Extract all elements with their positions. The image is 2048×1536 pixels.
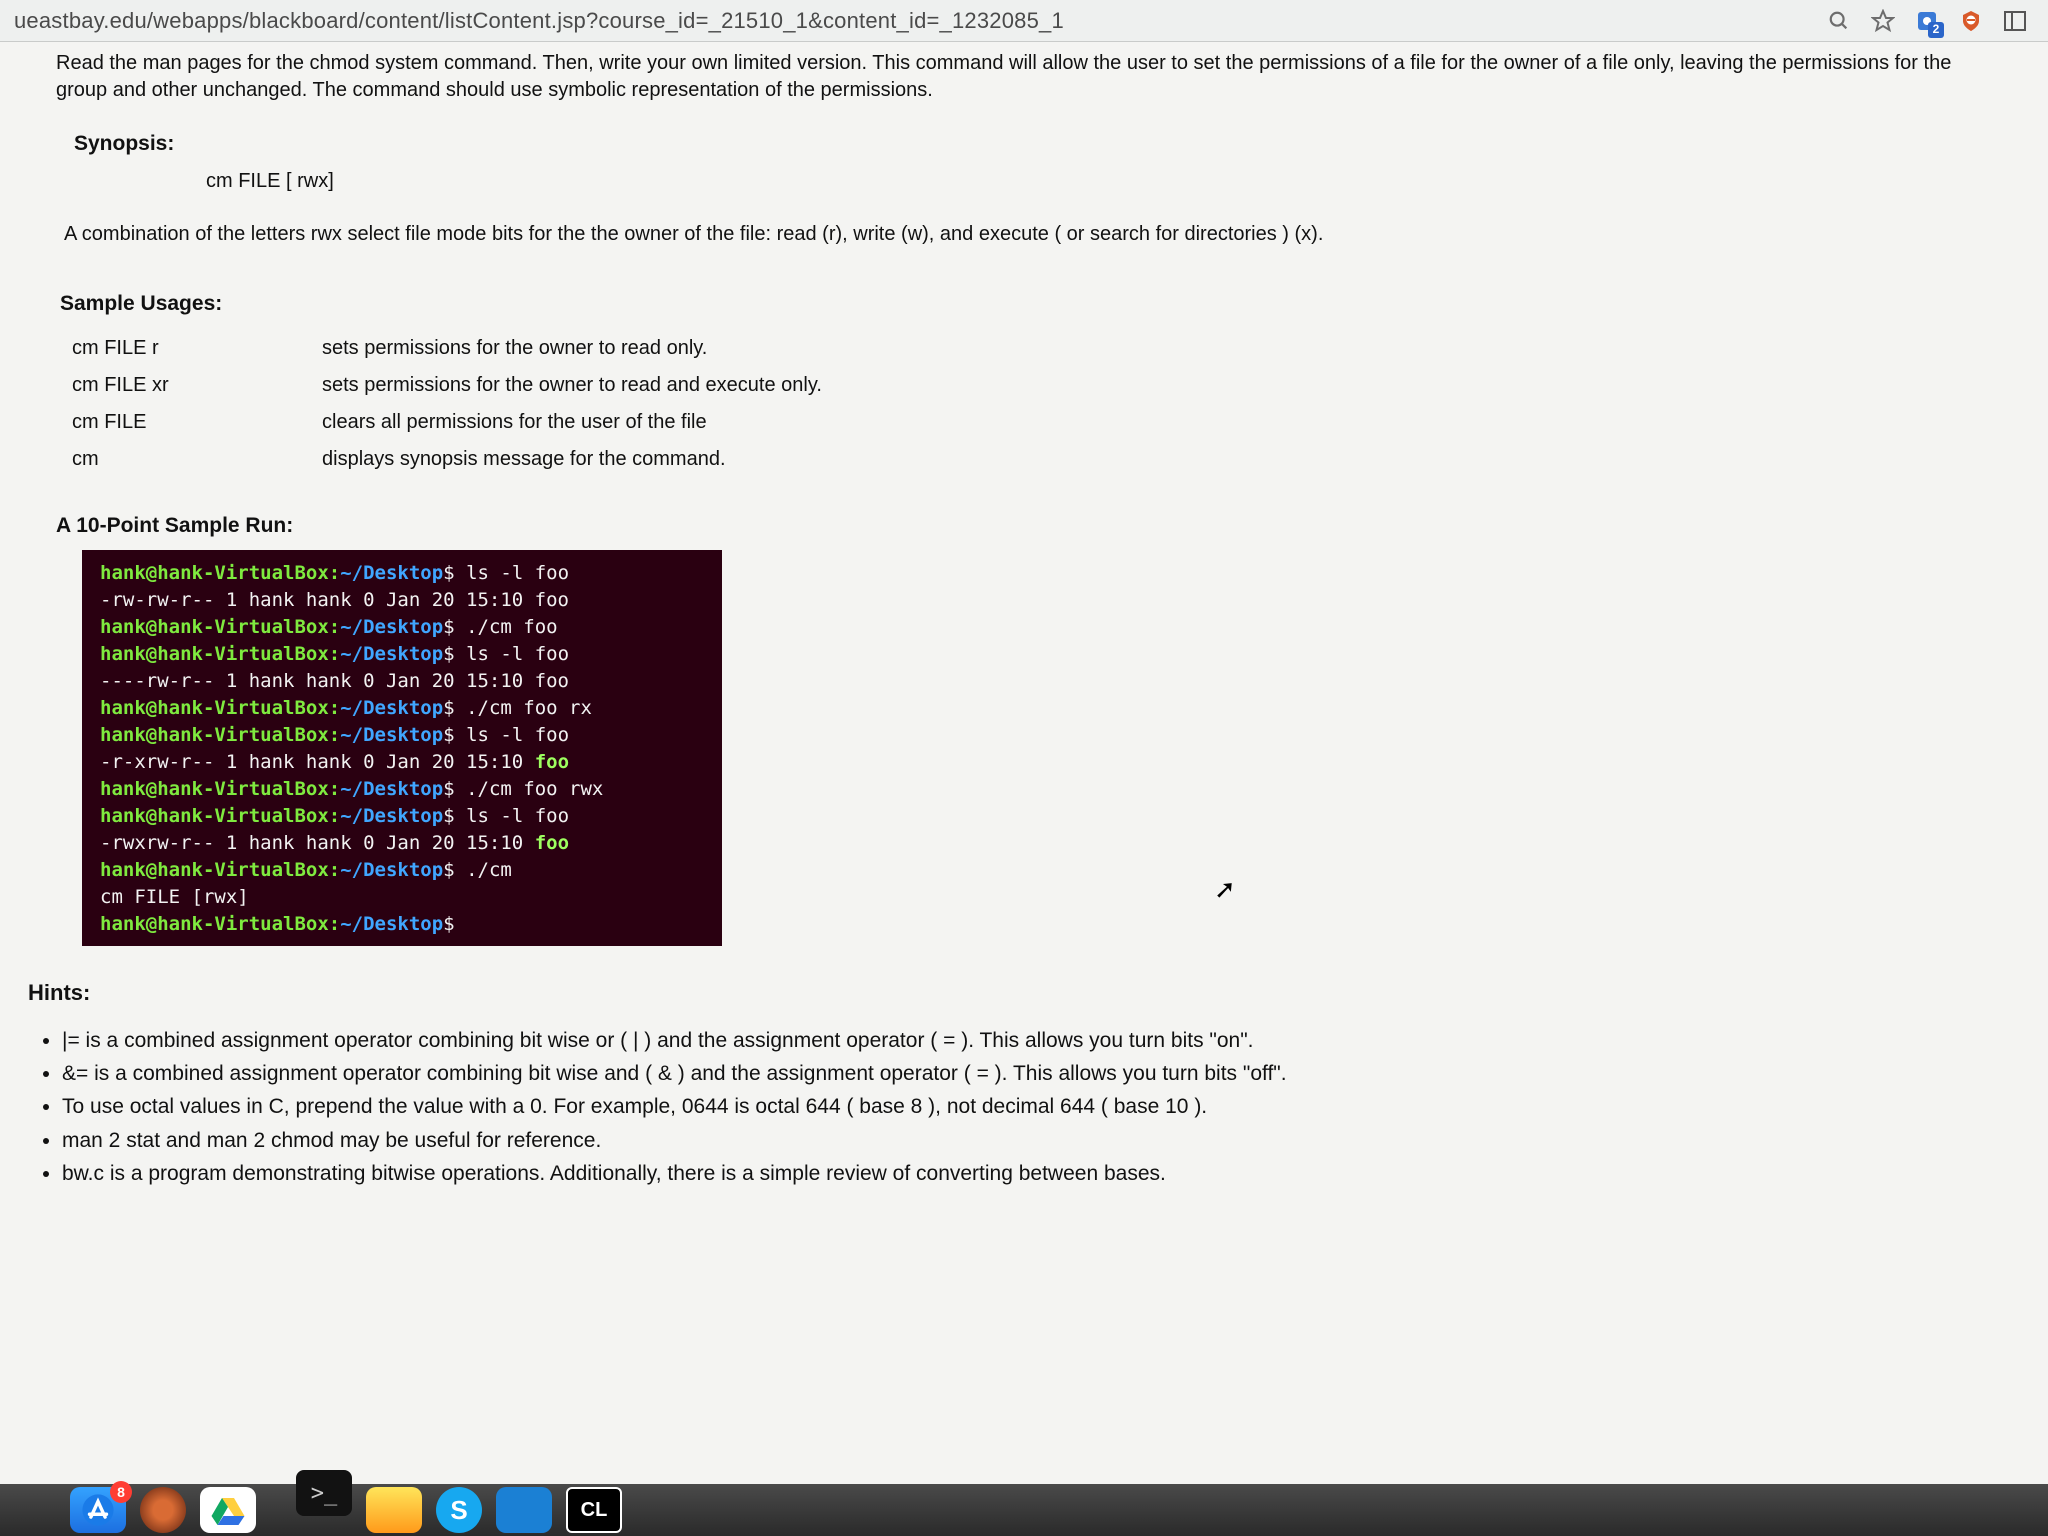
hints-heading: Hints: xyxy=(28,980,2004,1006)
dock-terminal-icon[interactable]: >_ xyxy=(296,1470,352,1516)
browser-toolbar-icons xyxy=(1826,8,2034,34)
star-icon[interactable] xyxy=(1870,8,1896,34)
synopsis-heading: Synopsis: xyxy=(74,132,2004,156)
usage-table: cm FILE rsets permissions for the owner … xyxy=(72,330,2004,478)
usage-cmd: cm xyxy=(72,441,322,478)
hint-item: bw.c is a program demonstrating bitwise … xyxy=(62,1159,2004,1189)
ublock-icon[interactable] xyxy=(1958,8,1984,34)
macos-dock: 8 >_ S CL xyxy=(0,1484,2048,1536)
sample-usages-heading: Sample Usages: xyxy=(60,292,2004,316)
dock-dial-icon[interactable] xyxy=(140,1487,186,1533)
extension-icon[interactable] xyxy=(1914,8,1940,34)
hint-item: &= is a combined assignment operator com… xyxy=(62,1059,2004,1089)
panel-icon[interactable] xyxy=(2002,8,2028,34)
hint-item: man 2 stat and man 2 chmod may be useful… xyxy=(62,1126,2004,1156)
hint-item: |= is a combined assignment operator com… xyxy=(62,1026,2004,1056)
url-text: ueastbay.edu/webapps/blackboard/content/… xyxy=(14,8,1826,34)
usage-desc: sets permissions for the owner to read o… xyxy=(322,330,707,367)
assignment-intro: Read the man pages for the chmod system … xyxy=(56,50,2004,104)
usage-cmd: cm FILE xyxy=(72,404,322,441)
usage-desc: sets permissions for the owner to read a… xyxy=(322,367,822,404)
dock-blue-icon[interactable] xyxy=(496,1487,552,1533)
usage-row: cm FILE xrsets permissions for the owner… xyxy=(72,367,2004,404)
usage-cmd: cm FILE r xyxy=(72,330,322,367)
synopsis-line: cm FILE [ rwx] xyxy=(206,170,2004,193)
sample-run-heading: A 10-Point Sample Run: xyxy=(56,514,2004,538)
dock-cl-icon[interactable]: CL xyxy=(566,1487,622,1533)
usage-desc: clears all permissions for the user of t… xyxy=(322,404,707,441)
dock-skype-icon[interactable]: S xyxy=(436,1487,482,1533)
usage-row: cmdisplays synopsis message for the comm… xyxy=(72,441,2004,478)
usage-desc: displays synopsis message for the comman… xyxy=(322,441,726,478)
blackboard-content: Read the man pages for the chmod system … xyxy=(0,42,2048,1190)
mouse-cursor-icon: ➚ xyxy=(1214,874,1236,905)
hint-item: To use octal values in C, prepend the va… xyxy=(62,1092,2004,1122)
usage-row: cm FILE rsets permissions for the owner … xyxy=(72,330,2004,367)
dock-drive-icon[interactable] xyxy=(200,1487,256,1533)
dock-appstore-icon[interactable]: 8 xyxy=(70,1487,126,1533)
search-icon[interactable] xyxy=(1826,8,1852,34)
hints-list: |= is a combined assignment operator com… xyxy=(60,1026,2004,1190)
terminal-output: hank@hank-VirtualBox:~/Desktop$ ls -l fo… xyxy=(82,550,722,946)
usage-cmd: cm FILE xr xyxy=(72,367,322,404)
combination-desc: A combination of the letters rwx select … xyxy=(64,223,2004,246)
usage-row: cm FILEclears all permissions for the us… xyxy=(72,404,2004,441)
appstore-badge: 8 xyxy=(110,1481,132,1503)
browser-address-bar[interactable]: ueastbay.edu/webapps/blackboard/content/… xyxy=(0,0,2048,42)
dock-yellow-icon[interactable] xyxy=(366,1487,422,1533)
